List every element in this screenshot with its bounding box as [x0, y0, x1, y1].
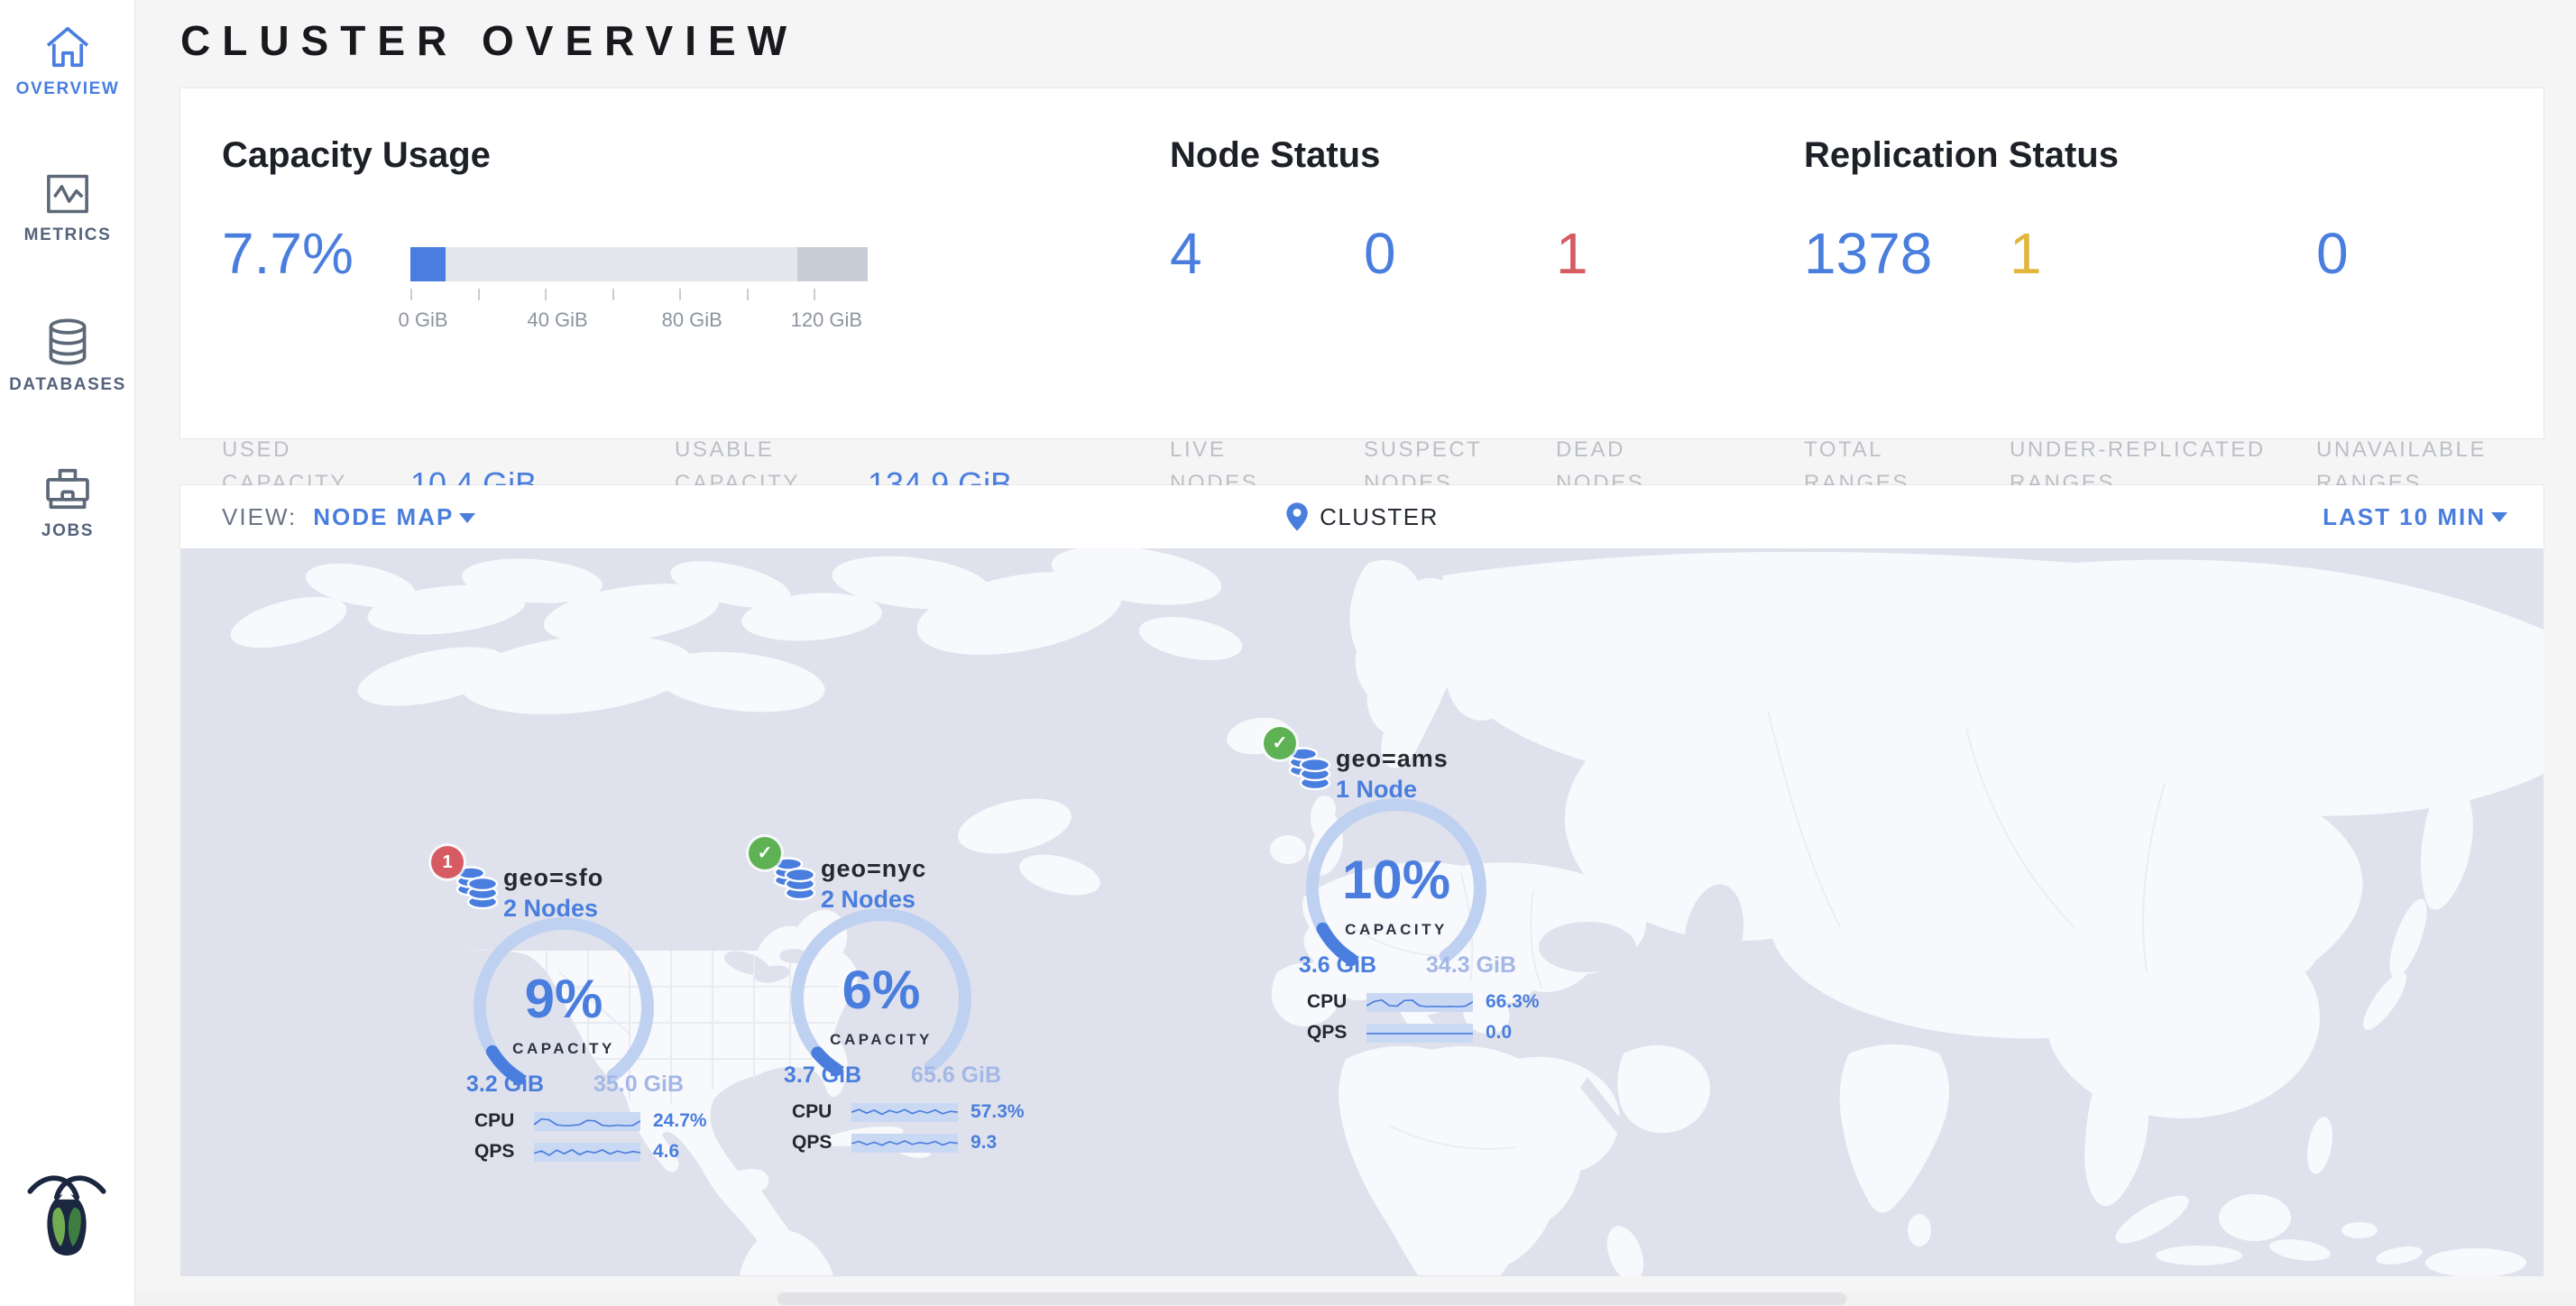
capacity-bar-used-fill [410, 247, 446, 281]
cpu-sparkline [851, 1103, 958, 1122]
capacity-total-label: 34.3 GiB [1408, 952, 1534, 979]
cpu-sparkline [534, 1112, 640, 1131]
cpu-label: CPU [474, 1110, 521, 1132]
axis-tick-label: 120 GiB [791, 308, 863, 332]
cluster-summary-card: Capacity Usage 7.7% 0 GiB 40 GiB 80 GiB 120… [180, 88, 2544, 438]
node-locality-label: geo=sfo [503, 864, 603, 892]
sidebar-item-label: METRICS [0, 225, 135, 245]
sidebar-item-label: DATABASES [0, 375, 135, 395]
sidebar: OVERVIEW METRICS DATABASES JOBS [0, 0, 135, 1306]
summary-stat-value: 0 [1364, 220, 1396, 287]
node-locality-label: geo=nyc [821, 855, 926, 883]
capacity-bar-reserved-segment [797, 247, 868, 281]
qps-sparkline [851, 1134, 958, 1153]
qps-label: QPS [792, 1132, 839, 1154]
capacity-bar [410, 247, 868, 281]
chevron-down-icon [2491, 512, 2507, 522]
axis-tick [410, 289, 412, 300]
node-stats: CPU 57.3% QPS 9.3 [792, 1097, 1025, 1158]
axis-tick [679, 289, 681, 300]
svg-text:CAPACITY: CAPACITY [830, 1031, 933, 1048]
cpu-label: CPU [792, 1101, 839, 1123]
node-status-badge: 1 [431, 846, 464, 878]
map-node-widget[interactable]: ✓ geo=ams 1 Node 10% CAPACITY 3.6 GiB 34… [1256, 720, 1554, 1055]
axis-tick [545, 289, 547, 300]
qps-label: QPS [1307, 1022, 1354, 1044]
briefcase-icon [43, 465, 92, 512]
breadcrumb-cluster[interactable]: CLUSTER [1320, 503, 1439, 531]
summary-stat-value: 1 [1556, 220, 1588, 287]
replication-status-heading: Replication Status [1804, 135, 2119, 176]
home-icon [43, 23, 92, 70]
capacity-used-label: 3.7 GiB [759, 1062, 886, 1089]
cpu-value: 57.3% [971, 1101, 1025, 1123]
svg-text:CAPACITY: CAPACITY [512, 1040, 615, 1057]
sidebar-item-databases[interactable]: DATABASES [0, 317, 135, 395]
chevron-down-icon [459, 513, 475, 523]
horizontal-scrollbar-thumb[interactable] [777, 1292, 1846, 1305]
node-locality-label: geo=ams [1336, 745, 1449, 773]
view-dropdown-value: NODE MAP [313, 503, 454, 530]
capacity-usage-heading: Capacity Usage [222, 135, 491, 176]
cpu-label: CPU [1307, 991, 1354, 1013]
node-stats: CPU 24.7% QPS 4.6 [474, 1106, 707, 1167]
axis-tick [814, 289, 815, 300]
node-stats: CPU 66.3% QPS 0.0 [1307, 987, 1540, 1048]
summary-stat-value: 1378 [1804, 220, 1932, 287]
capacity-total-label: 35.0 GiB [575, 1071, 702, 1098]
capacity-used-label: 3.2 GiB [442, 1071, 568, 1098]
capacity-total-label: 65.6 GiB [893, 1062, 1019, 1089]
time-range-value: LAST 10 MIN [2323, 503, 2486, 531]
axis-tick [747, 289, 749, 300]
metrics-icon [44, 171, 91, 216]
cpu-sparkline [1366, 993, 1473, 1012]
sidebar-item-jobs[interactable]: JOBS [0, 465, 135, 541]
node-status-badge: ✓ [1264, 727, 1296, 759]
database-icon [44, 317, 91, 366]
svg-text:10%: 10% [1342, 850, 1450, 910]
map-node-widget[interactable]: 1 geo=sfo 2 Nodes 9% CAPACITY 3.2 GiB 35… [424, 839, 722, 1174]
svg-text:CAPACITY: CAPACITY [1345, 921, 1448, 938]
axis-tick-label: 0 GiB [398, 308, 447, 332]
capacity-used-label: 3.6 GiB [1274, 952, 1401, 979]
view-label: VIEW: [222, 503, 297, 531]
qps-value: 0.0 [1486, 1022, 1512, 1044]
axis-tick-label: 80 GiB [662, 308, 722, 332]
capacity-bar-axis: 0 GiB40 GiB80 GiB120 GiB [410, 289, 868, 343]
time-range-dropdown[interactable]: LAST 10 MIN [2323, 503, 2507, 531]
axis-tick-label: 40 GiB [527, 308, 587, 332]
qps-value: 9.3 [971, 1132, 997, 1154]
axis-tick [612, 289, 614, 300]
breadcrumb: CLUSTER [1285, 501, 1439, 532]
map-node-widget[interactable]: ✓ geo=nyc 2 Nodes 6% CAPACITY 3.7 GiB 65… [741, 830, 1039, 1165]
node-status-heading: Node Status [1170, 135, 1380, 176]
cpu-value: 24.7% [653, 1110, 707, 1132]
location-pin-icon [1285, 501, 1309, 532]
cpu-value: 66.3% [1486, 991, 1540, 1013]
page-title: CLUSTER OVERVIEW [180, 16, 798, 65]
svg-text:9%: 9% [525, 969, 603, 1029]
qps-value: 4.6 [653, 1141, 679, 1163]
qps-label: QPS [474, 1141, 521, 1163]
sidebar-item-overview[interactable]: OVERVIEW [0, 23, 135, 99]
node-map[interactable]: 1 geo=sfo 2 Nodes 9% CAPACITY 3.2 GiB 35… [180, 548, 2544, 1276]
view-dropdown[interactable]: NODE MAP [313, 503, 475, 531]
summary-stat-value: 0 [2316, 220, 2349, 287]
sidebar-item-label: OVERVIEW [0, 79, 135, 99]
capacity-percent: 7.7% [222, 220, 354, 287]
sidebar-item-label: JOBS [0, 521, 135, 541]
cockroachdb-logo [25, 1169, 108, 1263]
summary-stat-value: 4 [1170, 220, 1202, 287]
svg-text:6%: 6% [842, 960, 921, 1020]
sidebar-item-metrics[interactable]: METRICS [0, 171, 135, 245]
qps-sparkline [1366, 1024, 1473, 1043]
summary-stat-value: 1 [2010, 220, 2042, 287]
map-toolbar: VIEW: NODE MAP CLUSTER LAST 10 MIN [180, 485, 2544, 548]
axis-tick [478, 289, 480, 300]
node-status-badge: ✓ [749, 837, 781, 869]
qps-sparkline [534, 1143, 640, 1162]
horizontal-scrollbar[interactable] [0, 1292, 2576, 1306]
